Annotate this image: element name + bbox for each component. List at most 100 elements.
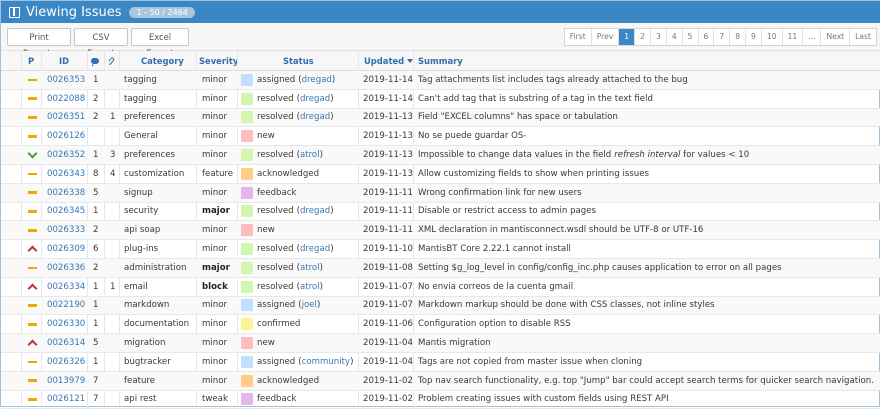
summary-cell[interactable]: Mantis migration [418,334,876,352]
row-select-cell[interactable] [1,353,21,371]
row-select-cell[interactable] [1,90,21,108]
handler-link[interactable]: community [302,357,350,367]
page-link[interactable]: First [565,29,591,45]
issue-id-link[interactable]: 0026334 [47,278,87,296]
row-select-cell[interactable] [1,315,21,333]
summary-cell[interactable]: Can't add tag that is substring of a tag… [418,90,876,108]
table-row[interactable]: 0026309 6 plug-ins minor resolved(dregad) 201… [1,240,880,259]
summary-column-header[interactable]: Summary [418,51,478,70]
handler-link[interactable]: atrol [300,263,320,273]
row-select-cell[interactable] [1,391,21,409]
issue-id-link[interactable]: 0026126 [47,127,87,145]
summary-cell[interactable]: Configuration option to disable RSS [418,315,876,333]
summary-cell[interactable]: Disable or restrict access to admin page… [418,203,876,221]
row-select-cell[interactable] [1,240,21,258]
issue-id-link[interactable]: 0026314 [47,334,87,352]
row-select-cell[interactable] [1,184,21,202]
issue-id-link[interactable]: 0022088 [47,90,87,108]
table-row[interactable]: 0026330 1 documentation minor confirmed 2019-… [1,315,880,335]
handler-link[interactable]: atrol [300,282,320,292]
page-link[interactable]: 5 [681,29,698,45]
page-link[interactable]: Last [849,29,876,45]
updated-column-header[interactable]: Updated [364,51,414,70]
row-select-cell[interactable] [1,71,21,89]
table-row[interactable]: 0026353 1 tagging minor assigned(dregad) 2019… [1,71,880,90]
priority-column-header[interactable]: P [28,51,38,70]
row-select-cell[interactable] [1,127,21,145]
handler-link[interactable]: dregad [300,94,330,104]
page-link[interactable]: 2 [634,29,650,45]
issue-id-link[interactable]: 0026338 [47,184,87,202]
issue-id-link[interactable]: 0026326 [47,353,87,371]
table-row[interactable]: 0026352 1 3 preferences minor resolved(atrol)… [1,146,880,165]
summary-cell[interactable]: Problem creating issues with custom fiel… [418,391,876,409]
row-select-cell[interactable] [1,372,21,390]
table-row[interactable]: 0026336 2 administration major resolved(atro… [1,259,880,278]
summary-cell[interactable]: Tag attachments list includes tags alrea… [418,71,876,89]
table-row[interactable]: 0026338 5 signup minor feedback 2019-11-11 Wro… [1,183,880,203]
handler-link[interactable]: atrol [300,150,320,160]
issue-id-link[interactable]: 0026330 [47,315,87,333]
issue-id-link[interactable]: 0026345 [47,203,87,221]
table-row[interactable]: 0026343 8 4 customization feature acknowledge… [1,165,880,184]
table-row[interactable]: 0026121 7 api rest tweak feedback 2019-11-02 P… [1,391,880,409]
issue-id-link[interactable]: 0026333 [47,221,87,239]
summary-cell[interactable]: Field "EXCEL columns" has space or tabul… [418,109,876,127]
table-row[interactable]: 0026334 1 1 email block resolved(atrol) 2019-1… [1,278,880,297]
excel-export-button[interactable]: Excel Export [131,28,189,58]
table-row[interactable]: 0026333 2 api soap minor new 2019-11-11 XML de… [1,221,880,241]
row-select-cell[interactable] [1,203,21,221]
status-column-header[interactable]: Status [283,51,323,70]
severity-column-header[interactable]: Severity [199,51,237,70]
table-row[interactable]: 0026345 1 security major resolved(dregad) 201… [1,203,880,222]
page-link[interactable]: 3 [649,29,666,45]
print-reports-button[interactable]: Print Reports [7,28,71,58]
row-select-cell[interactable] [1,221,21,239]
handler-link[interactable]: dregad [300,112,330,122]
issue-id-link[interactable]: 0026121 [47,391,87,409]
row-select-cell[interactable] [1,334,21,352]
issue-id-link[interactable]: 0026336 [47,259,87,277]
table-row[interactable]: 0026126 General minor new 2019-11-13 No se pu… [1,127,880,147]
id-column-header[interactable]: ID [59,51,79,70]
summary-cell[interactable]: Markdown markup should be done with CSS … [418,297,876,315]
summary-cell[interactable]: Allow customizing fields to show when pr… [418,165,876,183]
issue-id-link[interactable]: 0022190 [47,297,87,315]
page-link[interactable]: 6 [697,29,714,45]
csv-export-button[interactable]: CSV Export [74,28,128,58]
page-link[interactable]: 1 [618,29,635,45]
summary-cell[interactable]: Top nav search functionality, e.g. top "… [418,372,876,390]
page-link[interactable]: 10 [760,29,782,45]
handler-link[interactable]: dregad [300,244,330,254]
row-select-cell[interactable] [1,297,21,315]
row-select-cell[interactable] [1,165,21,183]
summary-cell[interactable]: Setting $g_log_level in config/config_in… [418,259,876,277]
summary-cell[interactable]: Impossible to change data values in the … [418,146,876,164]
table-row[interactable]: 0013979 7 feature minor acknowledged 2019-11-… [1,371,880,391]
notes-column-header[interactable] [91,51,103,70]
page-link[interactable]: 9 [745,29,761,45]
issue-id-link[interactable]: 0026353 [47,71,87,89]
row-select-cell[interactable] [1,146,21,164]
issue-id-link[interactable]: 0026309 [47,240,87,258]
summary-cell[interactable]: No se puede guardar OS- [418,127,876,145]
row-select-cell[interactable] [1,109,21,127]
handler-link[interactable]: dregad [300,206,330,216]
issue-id-link[interactable]: 0026352 [47,146,87,164]
issue-id-link[interactable]: 0026351 [47,109,87,127]
handler-link[interactable]: dregad [302,75,332,85]
page-link[interactable]: Prev [590,29,619,45]
table-row[interactable]: 0022088 2 tagging minor resolved(dregad) 2019… [1,90,880,109]
table-row[interactable]: 0026314 5 migration minor new 2019-11-04 Manti… [1,334,880,353]
page-link[interactable]: 4 [665,29,682,45]
table-row[interactable]: 0026326 1 bugtracker minor assigned(communit… [1,353,880,372]
row-select-cell[interactable] [1,259,21,277]
summary-cell[interactable]: XML declaration in mantisconnect.wsdl sh… [418,221,876,239]
table-row[interactable]: 0022190 1 markdown minor assigned(joel) 2019-… [1,296,880,316]
category-column-header[interactable]: Category [141,51,191,70]
issue-id-link[interactable]: 0026343 [47,165,87,183]
handler-link[interactable]: joel [302,300,317,310]
page-link[interactable]: Next [820,29,849,45]
summary-cell[interactable]: Wrong confirmation link for new users [418,184,876,202]
attachments-column-header[interactable] [109,51,119,70]
